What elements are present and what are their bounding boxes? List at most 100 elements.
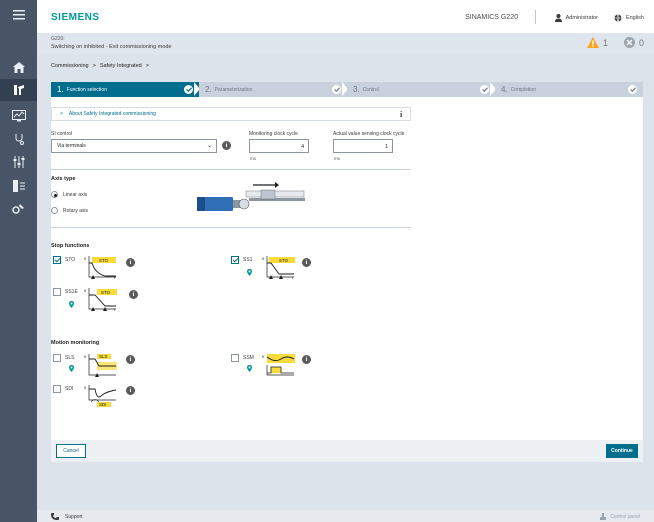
- breadcrumb-commissioning[interactable]: Commissioning: [51, 63, 89, 69]
- error-icon: [623, 37, 635, 48]
- info-icon[interactable]: i: [400, 110, 402, 119]
- location-pin-icon: [247, 365, 252, 372]
- monitoring-clock-input[interactable]: 4: [249, 139, 309, 153]
- stop-functions-title: Stop functions: [51, 243, 90, 249]
- ss1e-info-icon[interactable]: i: [129, 290, 138, 299]
- ssm-info-icon[interactable]: i: [302, 355, 311, 364]
- si-control-value: Via terminals: [57, 143, 86, 149]
- radio-rotary-axis[interactable]: Rotary axis: [51, 207, 88, 214]
- location-pin-icon: [69, 365, 74, 372]
- health-icon[interactable]: [0, 128, 37, 150]
- radio-label: Rotary axis: [63, 207, 89, 214]
- continue-button[interactable]: Continue: [606, 444, 638, 458]
- device-name: SINAMICS G220: [465, 14, 518, 21]
- chevron-down-icon: ⌄: [206, 143, 212, 149]
- ss1-tag: STO: [279, 258, 289, 263]
- status-device: G220:: [51, 36, 65, 42]
- io-icon[interactable]: [0, 175, 37, 197]
- axis-v: v: [84, 354, 87, 359]
- motion-function-ssm[interactable]: SSM v: [231, 353, 295, 377]
- ss1-diagram: STO v t: [262, 256, 295, 279]
- actual-value-clock-unit: ms: [334, 156, 340, 161]
- divider: [51, 169, 411, 170]
- location-pin-icon: [69, 301, 74, 308]
- actual-value-clock-label: Actual value sensing clock cycle: [333, 131, 405, 137]
- chevron-right-icon: >: [60, 111, 63, 117]
- warning-indicator[interactable]: 1: [586, 37, 608, 48]
- commissioning-icon[interactable]: [0, 79, 37, 101]
- step-number: 4.: [501, 85, 508, 94]
- step-label: Function selection: [66, 86, 107, 93]
- checkbox-sls[interactable]: [53, 354, 61, 362]
- top-header: SIEMENS SINAMICS G220 Administrator Engl…: [37, 0, 654, 33]
- motion-function-sdi[interactable]: SDI SDI v: [53, 384, 117, 408]
- stop-function-ss1[interactable]: SS1 STO v t: [231, 255, 295, 279]
- home-icon[interactable]: [0, 56, 37, 78]
- ss1-info-icon[interactable]: i: [302, 258, 311, 267]
- checkbox-ss1[interactable]: [231, 256, 239, 264]
- sto-diagram: STO v t: [84, 256, 116, 279]
- checkbox-sdi[interactable]: [53, 385, 61, 393]
- breadcrumb: Commissioning > Safety Integrated >: [51, 63, 149, 69]
- settings-tools-icon[interactable]: [0, 198, 37, 220]
- step-control[interactable]: 3. Control: [347, 82, 496, 97]
- breadcrumb-separator: >: [92, 63, 96, 69]
- location-pin-icon: [247, 269, 252, 276]
- header-divider: [535, 10, 536, 24]
- support-link[interactable]: Support: [51, 513, 83, 520]
- step-label: Completion: [510, 86, 536, 93]
- control-panel-label: Control panel: [610, 513, 640, 520]
- step-function-selection[interactable]: 1. Function selection: [51, 82, 200, 97]
- function-name: STO: [65, 257, 76, 263]
- menu-icon[interactable]: [0, 4, 37, 26]
- user-menu[interactable]: Administrator: [554, 14, 598, 22]
- function-name: SS1E: [65, 289, 78, 295]
- footer: Support Control panel: [37, 510, 654, 522]
- control-panel-link[interactable]: Control panel: [600, 513, 640, 520]
- sls-info-icon[interactable]: i: [126, 355, 135, 364]
- sls-tag: SLS: [99, 354, 108, 359]
- si-control-info-icon[interactable]: i: [222, 141, 231, 150]
- sdi-diagram: SDI v: [84, 385, 117, 407]
- axis-type-title: Axis type: [51, 176, 76, 182]
- error-indicator[interactable]: 0: [623, 37, 644, 48]
- radio-linear-axis[interactable]: Linear axis: [51, 191, 87, 198]
- check-icon: [480, 85, 489, 94]
- radio-dot: [51, 207, 58, 214]
- main-panel: > About Safety Integrated commissioning …: [51, 97, 643, 462]
- sto-info-icon[interactable]: i: [126, 258, 135, 267]
- diagnostics-icon[interactable]: [0, 105, 37, 127]
- si-control-select[interactable]: Via terminals ⌄: [51, 139, 217, 153]
- control-panel-icon: [600, 513, 607, 520]
- axis-v: v: [262, 256, 265, 261]
- step-label: Parameterization: [214, 86, 253, 93]
- checkbox-ss1e[interactable]: [53, 288, 61, 296]
- checkbox-ssm[interactable]: [231, 354, 239, 362]
- axis-v: v: [262, 354, 265, 359]
- step-parameterization[interactable]: 2. Parameterization: [199, 82, 348, 97]
- warning-count: 1: [602, 37, 608, 48]
- language-label: English: [625, 15, 644, 21]
- error-count: 0: [638, 37, 644, 48]
- stop-function-ss1e[interactable]: SS1E STO v t: [53, 287, 117, 311]
- function-name: SDI: [65, 386, 74, 392]
- support-label: Support: [65, 513, 83, 520]
- brand-logo: SIEMENS: [51, 12, 100, 23]
- stop-function-sto[interactable]: STO STO v t: [53, 255, 117, 279]
- cancel-button[interactable]: Cancel: [56, 444, 86, 458]
- parameters-icon[interactable]: [0, 151, 37, 173]
- step-number: 1.: [57, 85, 64, 94]
- step-completion[interactable]: 4. Completion: [495, 82, 643, 97]
- breadcrumb-separator: >: [145, 63, 149, 69]
- function-name: SSM: [243, 355, 254, 361]
- about-safety-integrated-link[interactable]: > About Safety Integrated commissioning: [51, 107, 411, 121]
- radio-dot: [51, 191, 58, 198]
- check-icon: [628, 85, 637, 94]
- breadcrumb-safety-integrated[interactable]: Safety Integrated: [100, 63, 142, 69]
- sdi-info-icon[interactable]: i: [126, 386, 135, 395]
- checkbox-sto[interactable]: [53, 256, 61, 264]
- actual-value-clock-input[interactable]: 1: [333, 139, 393, 153]
- language-menu[interactable]: English: [614, 14, 644, 22]
- motion-function-sls[interactable]: SLS SLS v: [53, 353, 117, 377]
- user-icon: [554, 14, 562, 22]
